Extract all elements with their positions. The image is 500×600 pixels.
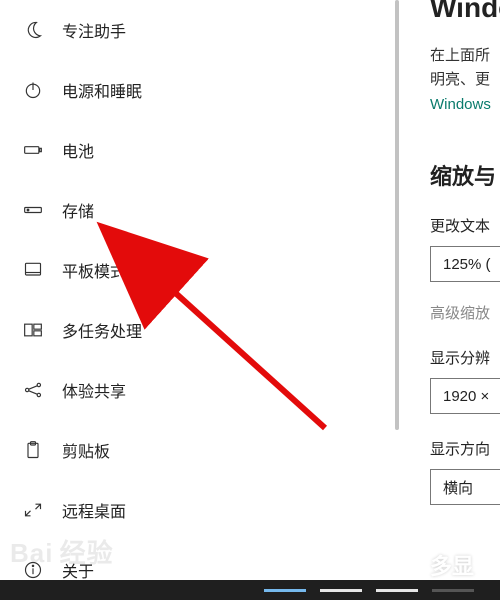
sidebar-item-label: 电池	[62, 138, 94, 162]
multitask-icon	[22, 319, 44, 341]
settings-sidebar: 专注助手 电源和睡眠 电池 存储 平板模式	[0, 0, 400, 580]
sidebar-item-storage[interactable]: 存储	[0, 180, 400, 240]
resolution-dropdown[interactable]: 1920 ×	[430, 378, 500, 414]
scale-dropdown-value: 125% (	[443, 256, 491, 273]
advanced-scaling-link[interactable]: 高级缩放	[430, 302, 500, 323]
taskbar[interactable]	[0, 580, 500, 600]
sidebar-item-label: 专注助手	[62, 18, 126, 42]
remote-icon	[22, 499, 44, 521]
section-heading-windows-hd: Windo	[430, 0, 500, 24]
sidebar-item-clipboard[interactable]: 剪贴板	[0, 420, 400, 480]
about-icon	[22, 559, 44, 581]
sidebar-item-label: 远程桌面	[62, 498, 126, 522]
settings-main-panel: Windo 在上面所 明亮、更 Windows 缩放与 更改文本 125% ( …	[400, 0, 500, 580]
clipboard-icon	[22, 439, 44, 461]
taskbar-app-indicator[interactable]	[376, 589, 418, 592]
label-orientation: 显示方向	[430, 438, 500, 459]
sidebar-item-label: 电源和睡眠	[62, 78, 142, 102]
sidebar-item-tablet-mode[interactable]: 平板模式	[0, 240, 400, 300]
taskbar-app-indicator[interactable]	[320, 589, 362, 592]
sidebar-item-label: 平板模式	[62, 258, 126, 282]
sidebar-item-label: 存储	[62, 198, 94, 222]
hd-color-desc: 在上面所 明亮、更	[430, 44, 500, 92]
scale-dropdown[interactable]: 125% (	[430, 246, 500, 282]
sidebar-item-battery[interactable]: 电池	[0, 120, 400, 180]
moon-icon	[22, 19, 44, 41]
share-icon	[22, 379, 44, 401]
hd-color-link[interactable]: Windows	[430, 96, 500, 113]
scrollbar-thumb[interactable]	[395, 0, 399, 430]
sidebar-item-power-sleep[interactable]: 电源和睡眠	[0, 60, 400, 120]
sidebar-item-focus-assist[interactable]: 专注助手	[0, 0, 400, 60]
section-heading-scale: 缩放与	[430, 159, 500, 191]
sidebar-item-remote-desktop[interactable]: 远程桌面	[0, 480, 400, 540]
label-text-size: 更改文本	[430, 215, 500, 236]
power-icon	[22, 79, 44, 101]
label-resolution: 显示分辨	[430, 347, 500, 368]
sidebar-item-label: 体验共享	[62, 378, 126, 402]
sidebar-item-label: 多任务处理	[62, 318, 142, 342]
sidebar-item-multitasking[interactable]: 多任务处理	[0, 300, 400, 360]
battery-icon	[22, 139, 44, 161]
sidebar-scrollbar[interactable]	[392, 0, 400, 580]
taskbar-app-indicator[interactable]	[432, 589, 474, 592]
taskbar-app-indicator[interactable]	[264, 589, 306, 592]
sidebar-item-shared-experiences[interactable]: 体验共享	[0, 360, 400, 420]
resolution-dropdown-value: 1920 ×	[443, 388, 489, 405]
storage-icon	[22, 199, 44, 221]
orientation-dropdown-value: 横向	[443, 477, 473, 498]
sidebar-item-label: 剪贴板	[62, 438, 110, 462]
section-heading-multi-display: 多显	[430, 549, 500, 580]
orientation-dropdown[interactable]: 横向	[430, 469, 500, 505]
tablet-icon	[22, 259, 44, 281]
sidebar-item-label: 关于	[62, 558, 94, 582]
